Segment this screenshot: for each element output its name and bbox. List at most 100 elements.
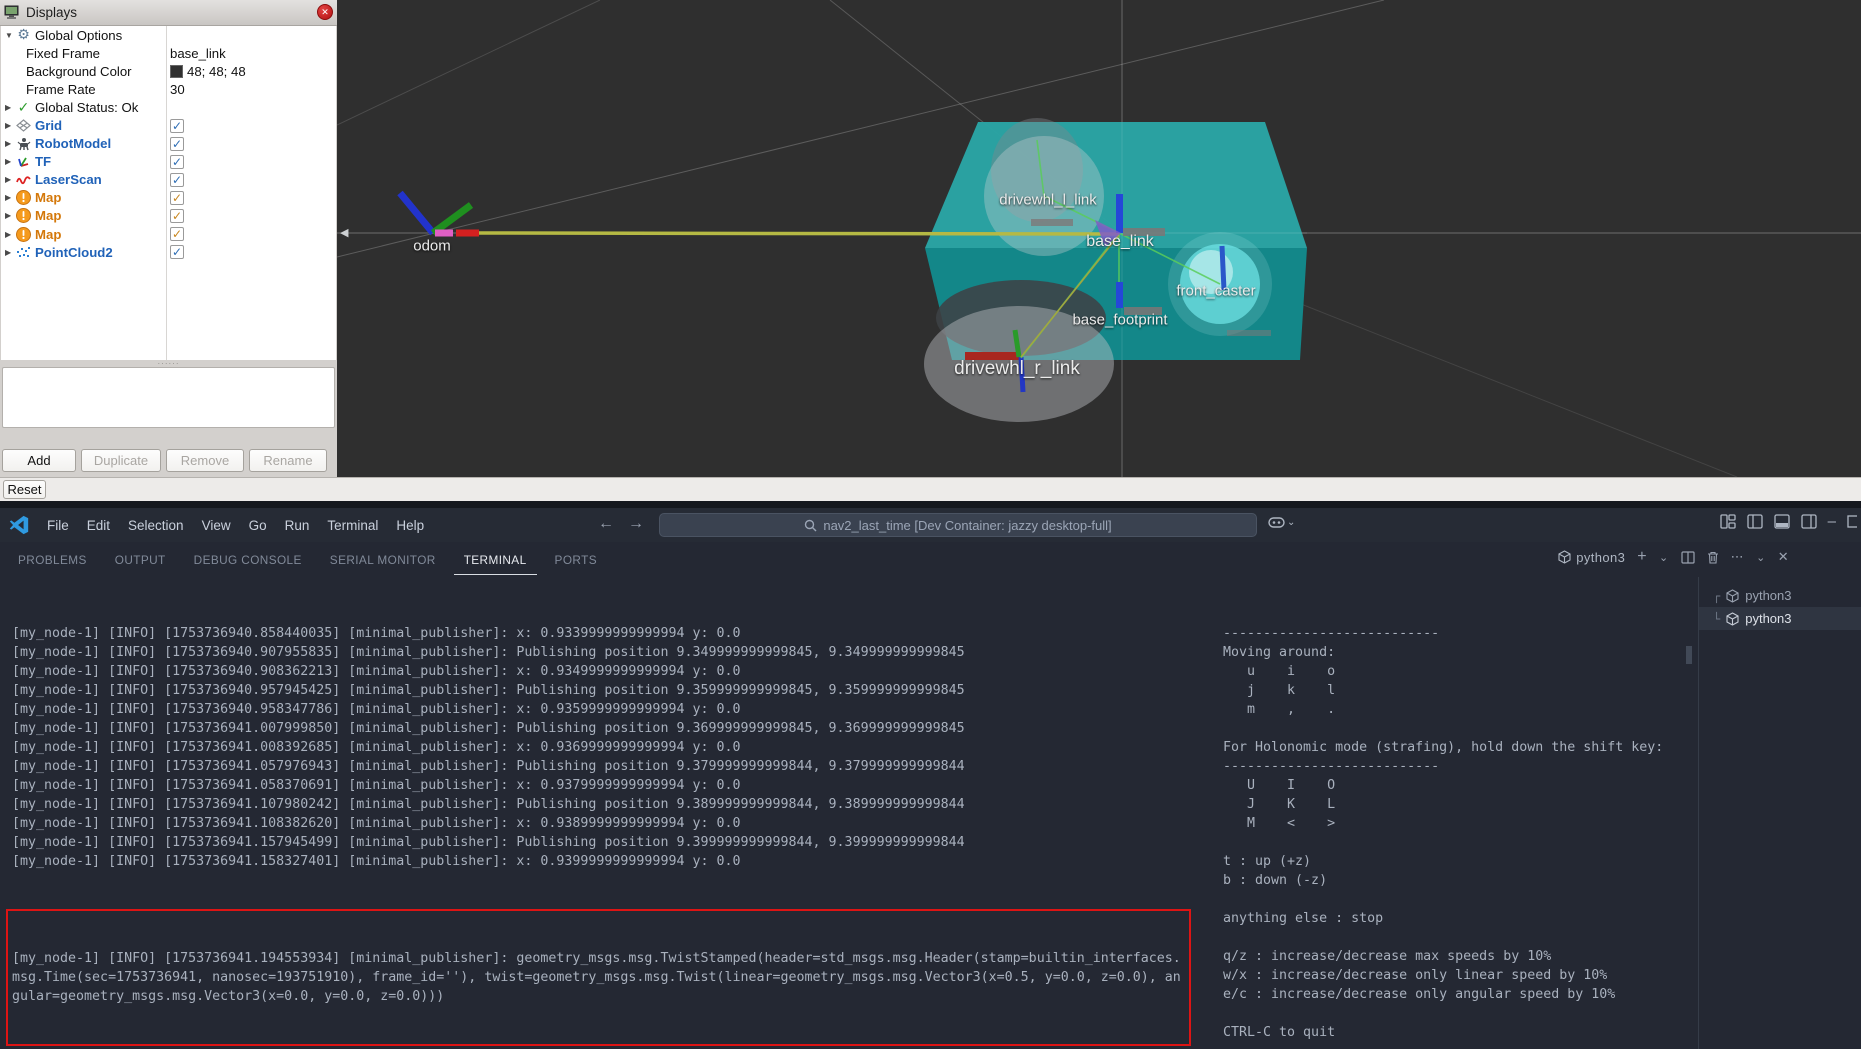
panel-title: Displays xyxy=(26,5,77,20)
maximize-icon[interactable] xyxy=(1847,514,1857,529)
teleop-line: b : down (-z) xyxy=(1223,871,1683,890)
terminal-list-item[interactable]: ┌ python3 xyxy=(1699,584,1861,607)
command-center-search[interactable]: nav2_last_time [Dev Container: jazzy des… xyxy=(659,513,1257,537)
left-terminal-log[interactable]: [my_node-1] [INFO] [1753736940.858440035… xyxy=(12,586,1202,1049)
reset-button[interactable]: Reset xyxy=(3,480,46,499)
new-terminal-icon[interactable]: + xyxy=(1637,548,1647,566)
active-terminal-label[interactable]: python3 xyxy=(1558,550,1625,565)
toggle-panel-icon[interactable] xyxy=(1774,514,1790,529)
tab-serial-monitor[interactable]: SERIAL MONITOR xyxy=(320,544,446,575)
menu-terminal[interactable]: Terminal xyxy=(318,514,387,537)
map-checkbox[interactable]: ✓ xyxy=(170,209,184,223)
terminal-process-icon xyxy=(1726,589,1739,603)
chevron-right-icon[interactable]: ▶ xyxy=(1,193,14,202)
teleop-line: Moving around: xyxy=(1223,643,1683,662)
chevron-right-icon[interactable]: ▶ xyxy=(1,175,14,184)
background-color-value[interactable]: 48; 48; 48 xyxy=(170,64,246,79)
forward-arrow-icon[interactable]: → xyxy=(628,515,644,533)
teleop-line xyxy=(1223,890,1683,909)
chevron-right-icon[interactable]: ▶ xyxy=(1,230,14,239)
duplicate-button[interactable]: Duplicate xyxy=(81,449,161,472)
rename-button[interactable]: Rename xyxy=(249,449,327,472)
add-button[interactable]: Add xyxy=(2,449,76,472)
terminal-list-item-selected[interactable]: └ python3 xyxy=(1699,607,1861,630)
close-icon[interactable]: ✕ xyxy=(317,4,333,20)
fixed-frame-value[interactable]: base_link xyxy=(170,46,226,61)
panel-size-chevron-icon[interactable]: ⌄ xyxy=(1756,551,1766,564)
log-line: [my_node-1] [INFO] [1753736941.057976943… xyxy=(12,757,1202,776)
menu-edit[interactable]: Edit xyxy=(78,514,119,537)
frame-label-drivewhl-r-link: drivewhl_r_link xyxy=(954,358,1080,380)
panel-collapse-arrow[interactable]: ◀ xyxy=(340,226,348,239)
back-arrow-icon[interactable]: ← xyxy=(598,515,614,533)
tab-ports[interactable]: PORTS xyxy=(545,544,607,575)
tree-row-map-1[interactable]: ▶ Map ✓ xyxy=(1,189,336,207)
terminal-dropdown-icon[interactable]: ⌄ xyxy=(1659,551,1669,564)
laserscan-checkbox[interactable]: ✓ xyxy=(170,173,184,187)
tree-row-fixed-frame[interactable]: Fixed Frame base_link xyxy=(1,44,336,62)
panel-splitter-handle[interactable]: ······ xyxy=(1,360,336,367)
tree-row-map-2[interactable]: ▶ Map ✓ xyxy=(1,207,336,225)
scrollbar-thumb[interactable] xyxy=(1686,646,1692,664)
tree-row-robotmodel[interactable]: ▶ RobotModel ✓ xyxy=(1,135,336,153)
chevron-right-icon[interactable]: ▶ xyxy=(1,211,14,220)
chevron-right-icon[interactable]: ▶ xyxy=(1,139,14,148)
menu-go[interactable]: Go xyxy=(240,514,276,537)
menu-help[interactable]: Help xyxy=(387,514,433,537)
terminal-toolbar: python3 + ⌄ ⋯ ⌄ ✕ xyxy=(1558,548,1789,566)
grid-checkbox[interactable]: ✓ xyxy=(170,119,184,133)
tab-output[interactable]: OUTPUT xyxy=(105,544,176,575)
remove-button[interactable]: Remove xyxy=(166,449,244,472)
minimize-icon[interactable]: – xyxy=(1828,513,1836,530)
tf-checkbox[interactable]: ✓ xyxy=(170,155,184,169)
toggle-sidebar-icon[interactable] xyxy=(1747,514,1763,529)
tree-row-global-options[interactable]: ▼ ⚙ Global Options xyxy=(1,26,336,44)
displays-panel-titlebar[interactable]: Displays ✕ xyxy=(0,0,337,26)
close-panel-icon[interactable]: ✕ xyxy=(1778,549,1789,565)
rviz-3d-viewport[interactable]: ◀ odom drivewhl_l_link base_link front_c… xyxy=(337,0,1861,477)
chevron-down-icon[interactable]: ▼ xyxy=(1,31,14,40)
tab-debug-console[interactable]: DEBUG CONSOLE xyxy=(184,544,312,575)
log-line: [my_node-1] [INFO] [1753736941.108382620… xyxy=(12,814,1202,833)
tree-row-tf[interactable]: ▶ TF ✓ xyxy=(1,153,336,171)
frame-rate-value[interactable]: 30 xyxy=(170,82,185,97)
base-footprint-z-axis xyxy=(1116,282,1123,308)
map-checkbox[interactable]: ✓ xyxy=(170,191,184,205)
tree-row-background-color[interactable]: Background Color 48; 48; 48 xyxy=(1,62,336,80)
monitor-icon xyxy=(4,5,20,20)
menu-selection[interactable]: Selection xyxy=(119,514,193,537)
map-checkbox[interactable]: ✓ xyxy=(170,227,184,241)
tree-row-grid[interactable]: ▶ Grid ✓ xyxy=(1,116,336,134)
teleop-line xyxy=(1223,719,1683,738)
chevron-right-icon[interactable]: ▶ xyxy=(1,121,14,130)
copilot-icon[interactable]: ⌄ xyxy=(1268,515,1295,530)
pointcloud2-checkbox[interactable]: ✓ xyxy=(170,245,184,259)
menu-view[interactable]: View xyxy=(193,514,240,537)
robotmodel-checkbox[interactable]: ✓ xyxy=(170,137,184,151)
tree-row-pointcloud2[interactable]: ▶ PointCloud2 ✓ xyxy=(1,243,336,261)
right-terminal-teleop[interactable]: ---------------------------Moving around… xyxy=(1223,586,1683,1049)
chevron-right-icon[interactable]: ▶ xyxy=(1,248,14,257)
teleop-line: U I O xyxy=(1223,776,1683,795)
teleop-line: m , . xyxy=(1223,700,1683,719)
customize-layout-icon[interactable] xyxy=(1720,514,1736,529)
vscode-titlebar: File Edit Selection View Go Run Terminal… xyxy=(0,508,1861,542)
more-actions-icon[interactable]: ⋯ xyxy=(1731,549,1744,565)
tree-row-map-3[interactable]: ▶ Map ✓ xyxy=(1,225,336,243)
kill-terminal-trash-icon[interactable] xyxy=(1707,551,1719,564)
tab-problems[interactable]: PROBLEMS xyxy=(8,544,97,575)
chevron-right-icon[interactable]: ▶ xyxy=(1,157,14,166)
tree-row-frame-rate[interactable]: Frame Rate 30 xyxy=(1,80,336,98)
teleop-line xyxy=(1223,928,1683,947)
tab-terminal[interactable]: TERMINAL xyxy=(454,544,537,575)
menu-file[interactable]: File xyxy=(38,514,78,537)
tree-row-global-status[interactable]: ▶ ✓ Global Status: Ok xyxy=(1,98,336,116)
chevron-right-icon[interactable]: ▶ xyxy=(1,103,14,112)
menu-run[interactable]: Run xyxy=(276,514,319,537)
toggle-secondary-sidebar-icon[interactable] xyxy=(1801,514,1817,529)
split-branch-glyph: ┌ xyxy=(1713,589,1720,603)
tree-row-laserscan[interactable]: ▶ LaserScan ✓ xyxy=(1,171,336,189)
grid-diagonal-line xyxy=(337,0,600,125)
split-terminal-icon[interactable] xyxy=(1681,551,1695,564)
panel-tab-bar: PROBLEMS OUTPUT DEBUG CONSOLE SERIAL MON… xyxy=(0,542,1861,577)
